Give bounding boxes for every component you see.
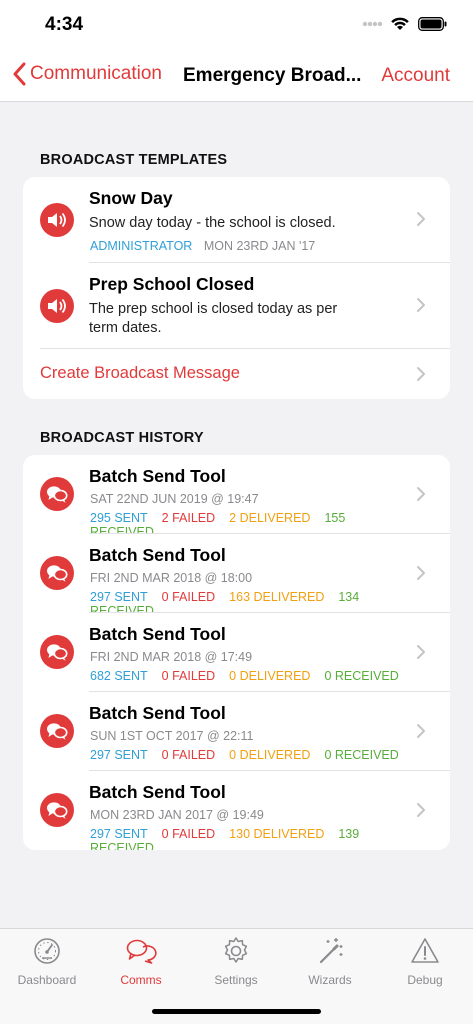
history-date: MON 23RD JAN 2017 @ 19:49	[90, 808, 264, 822]
chevron-right-icon	[417, 367, 425, 381]
chevron-right-icon	[417, 487, 425, 501]
content-scroll-area[interactable]: BROADCAST TEMPLATES Snow Day Snow day to…	[0, 102, 473, 928]
history-row[interactable]: Batch Send Tool SAT 22ND JUN 2019 @ 19:4…	[23, 455, 450, 534]
tab-settings[interactable]: Settings	[189, 935, 283, 995]
tab-label: Dashboard	[17, 973, 77, 987]
chevron-right-icon	[417, 298, 425, 312]
tab-dashboard[interactable]: Dashboard	[0, 935, 94, 995]
template-date: MON 23RD JAN '17	[203, 239, 316, 253]
history-row[interactable]: Batch Send Tool FRI 2ND MAR 2018 @ 17:49…	[23, 613, 450, 692]
failed-count: 0 FAILED	[161, 827, 216, 841]
gear-icon	[224, 937, 248, 963]
sent-count: 297 SENT	[90, 590, 148, 604]
history-stats: 682 SENT 0 FAILED 0 DELIVERED 0 RECEIVED	[90, 669, 410, 683]
template-title: Prep School Closed	[89, 274, 255, 294]
chevron-left-icon	[13, 62, 26, 86]
template-body: Snow day today - the school is closed.	[89, 215, 336, 231]
status-icons	[362, 16, 447, 31]
templates-section-header: BROADCAST TEMPLATES	[40, 152, 228, 168]
history-stats: 295 SENT 2 FAILED 2 DELIVERED 155 RECEIVED	[90, 511, 410, 534]
delivered-count: 2 DELIVERED	[229, 511, 311, 525]
history-title: Batch Send Tool	[89, 782, 226, 802]
failed-count: 2 FAILED	[161, 511, 216, 525]
history-date: SAT 22ND JUN 2019 @ 19:47	[90, 492, 259, 506]
chevron-right-icon	[417, 566, 425, 580]
status-bar: 4:34	[0, 0, 473, 50]
received-count: 0 RECEIVED	[324, 669, 399, 683]
chat-bubbles-icon	[40, 635, 74, 669]
received-count: 0 RECEIVED	[324, 748, 399, 762]
history-title: Batch Send Tool	[89, 703, 226, 723]
sent-count: 682 SENT	[90, 669, 148, 683]
magic-wand-icon	[319, 938, 343, 964]
history-stats: 297 SENT 0 FAILED 130 DELIVERED 139 RECEIVE…	[90, 827, 410, 850]
template-title: Snow Day	[89, 188, 173, 208]
template-meta: ADMINISTRATOR MON 23RD JAN '17	[90, 239, 315, 253]
gauge-icon	[34, 938, 60, 964]
tab-label: Settings	[214, 973, 258, 987]
tab-comms[interactable]: Comms	[94, 935, 188, 995]
history-date: FRI 2ND MAR 2018 @ 18:00	[90, 571, 253, 585]
tab-label: Comms	[120, 973, 162, 987]
chat-bubbles-icon	[126, 939, 157, 964]
templates-card: Snow Day Snow day today - the school is …	[23, 177, 450, 399]
create-broadcast-label: Create Broadcast Message	[40, 364, 240, 382]
history-title: Batch Send Tool	[89, 545, 226, 565]
tab-label: Wizards	[308, 973, 352, 987]
failed-count: 0 FAILED	[161, 748, 216, 762]
failed-count: 0 FAILED	[161, 590, 216, 604]
chat-bubbles-icon	[40, 477, 74, 511]
template-author: ADMINISTRATOR	[90, 239, 193, 253]
megaphone-icon	[40, 203, 74, 237]
history-date: SUN 1ST OCT 2017 @ 22:11	[90, 729, 254, 743]
sent-count: 297 SENT	[90, 827, 148, 841]
delivered-count: 0 DELIVERED	[229, 669, 311, 683]
history-row[interactable]: Batch Send Tool FRI 2ND MAR 2018 @ 18:00…	[23, 534, 450, 613]
home-indicator	[152, 1009, 321, 1014]
chevron-right-icon	[417, 803, 425, 817]
template-body: The prep school is closed today as per t…	[89, 301, 338, 336]
history-stats: 297 SENT 0 FAILED 0 DELIVERED 0 RECEIVED	[90, 748, 410, 762]
delivered-count: 163 DELIVERED	[229, 590, 325, 604]
chevron-right-icon	[417, 645, 425, 659]
status-time: 4:34	[45, 14, 84, 35]
history-title: Batch Send Tool	[89, 466, 226, 486]
back-label: Communication	[30, 63, 162, 84]
tab-wizards[interactable]: Wizards	[283, 935, 377, 995]
history-section-header: BROADCAST HISTORY	[40, 430, 204, 446]
history-title: Batch Send Tool	[89, 624, 226, 644]
delivered-count: 130 DELIVERED	[229, 827, 325, 841]
chat-bubbles-icon	[40, 793, 74, 827]
tab-debug[interactable]: Debug	[378, 935, 472, 995]
tab-label: Debug	[407, 973, 443, 987]
megaphone-icon	[40, 289, 74, 323]
page-title: Emergency Broad...	[183, 65, 362, 86]
sent-count: 295 SENT	[90, 511, 148, 525]
chat-bubbles-icon	[40, 714, 74, 748]
wifi-icon	[391, 17, 409, 30]
create-broadcast-button[interactable]: Create Broadcast Message	[23, 349, 450, 399]
history-row[interactable]: Batch Send Tool SUN 1ST OCT 2017 @ 22:11…	[23, 692, 450, 771]
warning-icon	[411, 938, 439, 963]
sent-count: 297 SENT	[90, 748, 148, 762]
history-stats: 297 SENT 0 FAILED 163 DELIVERED 134 RECEIVE…	[90, 590, 410, 613]
history-row[interactable]: Batch Send Tool MON 23RD JAN 2017 @ 19:4…	[23, 771, 450, 850]
history-card: Batch Send Tool SAT 22ND JUN 2019 @ 19:4…	[23, 455, 450, 850]
delivered-count: 0 DELIVERED	[229, 748, 311, 762]
failed-count: 0 FAILED	[161, 669, 216, 683]
template-row-snow-day[interactable]: Snow Day Snow day today - the school is …	[23, 177, 450, 263]
signal-icon	[362, 21, 382, 26]
navigation-bar: Communication Emergency Broad... Account	[0, 50, 473, 102]
back-button[interactable]: Communication	[12, 62, 162, 86]
history-date: FRI 2ND MAR 2018 @ 17:49	[90, 650, 253, 664]
chevron-right-icon	[417, 212, 425, 226]
account-button[interactable]: Account	[381, 65, 450, 87]
chevron-right-icon	[417, 724, 425, 738]
template-row-prep-school-closed[interactable]: Prep School Closed The prep school is cl…	[23, 263, 450, 349]
chat-bubbles-icon	[40, 556, 74, 590]
battery-icon	[418, 16, 447, 31]
